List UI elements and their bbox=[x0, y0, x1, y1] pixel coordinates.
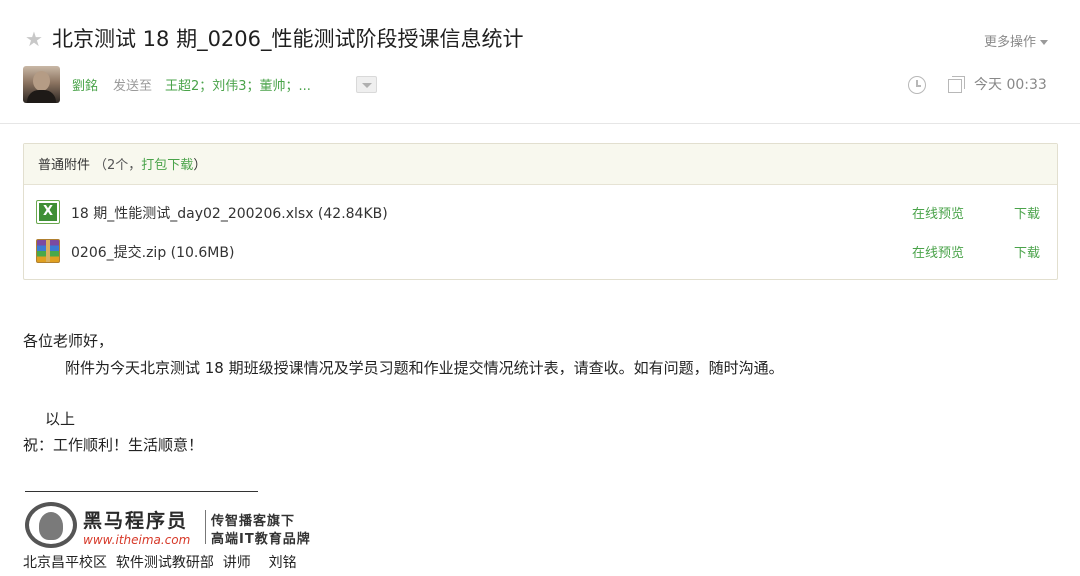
download-link[interactable]: 下载 bbox=[1014, 242, 1040, 261]
more-actions-button[interactable]: 更多操作 bbox=[984, 31, 1048, 50]
company-logo: 黑马程序员 www.itheima.com 传智播客旗下 高端IT教育品牌 bbox=[23, 500, 338, 548]
recipients-list[interactable]: 王超2；刘伟3；董帅；... bbox=[165, 75, 311, 94]
expand-recipients-button[interactable] bbox=[356, 76, 377, 93]
new-window-icon[interactable] bbox=[948, 76, 965, 93]
online-preview-link[interactable]: 在线预览 bbox=[912, 203, 964, 222]
mail-time: 今天 00:33 bbox=[974, 77, 1047, 93]
signature-footer: 北京昌平校区 软件测试教研部 讲师 刘铭 bbox=[23, 555, 297, 571]
attachments-panel: 普通附件 （2个，打包下载） X 18 期_性能测试_day02_200206.x… bbox=[23, 143, 1058, 280]
mail-header: ★ 北京测试 18 期_0206_性能测试阶段授课信息统计 更多操作 劉銘 发送… bbox=[0, 0, 1080, 124]
attachments-header: 普通附件 （2个，打包下载） bbox=[24, 144, 1057, 185]
excel-file-icon: X bbox=[36, 200, 60, 224]
attachment-name[interactable]: 0206_提交.zip (10.6MB) bbox=[71, 242, 234, 262]
signature-divider bbox=[25, 491, 258, 492]
attachment-name[interactable]: 18 期_性能测试_day02_200206.xlsx (42.84KB) bbox=[71, 203, 388, 223]
body-wishes: 祝：工作顺利！生活顺意！ bbox=[23, 436, 204, 454]
pack-download-link[interactable]: 打包下载 bbox=[141, 158, 193, 173]
body-greeting: 各位老师好， bbox=[23, 332, 114, 350]
star-icon[interactable]: ★ bbox=[25, 28, 43, 50]
attachment-row: 0206_提交.zip (10.6MB) 在线预览 下载 bbox=[24, 237, 1057, 265]
sent-to-label: 发送至 bbox=[113, 79, 153, 94]
sender-avatar[interactable] bbox=[23, 66, 60, 103]
zip-file-icon bbox=[36, 239, 60, 263]
body-closing: 以上 bbox=[45, 410, 76, 428]
logo-tagline-2: 高端IT教育品牌 bbox=[211, 532, 311, 547]
attachments-title: 普通附件 bbox=[38, 158, 91, 173]
body-paragraph: 附件为今天北京测试 18 期班级授课情况及学员习题和作业提交情况统计表，请查收。… bbox=[65, 359, 784, 377]
online-preview-link[interactable]: 在线预览 bbox=[912, 242, 964, 261]
attachment-row: X 18 期_性能测试_day02_200206.xlsx (42.84KB) … bbox=[24, 198, 1057, 226]
logo-tagline-1: 传智播客旗下 bbox=[211, 514, 296, 529]
sender-name[interactable]: 劉銘 bbox=[72, 75, 98, 94]
logo-brand: 黑马程序员 bbox=[83, 510, 189, 532]
attachments-close-paren: ） bbox=[193, 158, 207, 173]
caret-down-icon bbox=[1040, 40, 1048, 45]
chevron-down-icon bbox=[362, 83, 372, 88]
logo-divider bbox=[205, 510, 206, 544]
logo-url: www.itheima.com bbox=[83, 533, 191, 547]
download-link[interactable]: 下载 bbox=[1014, 203, 1040, 222]
mail-subject: 北京测试 18 期_0206_性能测试阶段授课信息统计 bbox=[52, 27, 524, 51]
horse-logo-icon bbox=[25, 502, 77, 548]
attachments-count: （2个， bbox=[94, 158, 142, 173]
more-actions-label: 更多操作 bbox=[983, 35, 1036, 50]
clock-icon[interactable] bbox=[908, 76, 926, 94]
